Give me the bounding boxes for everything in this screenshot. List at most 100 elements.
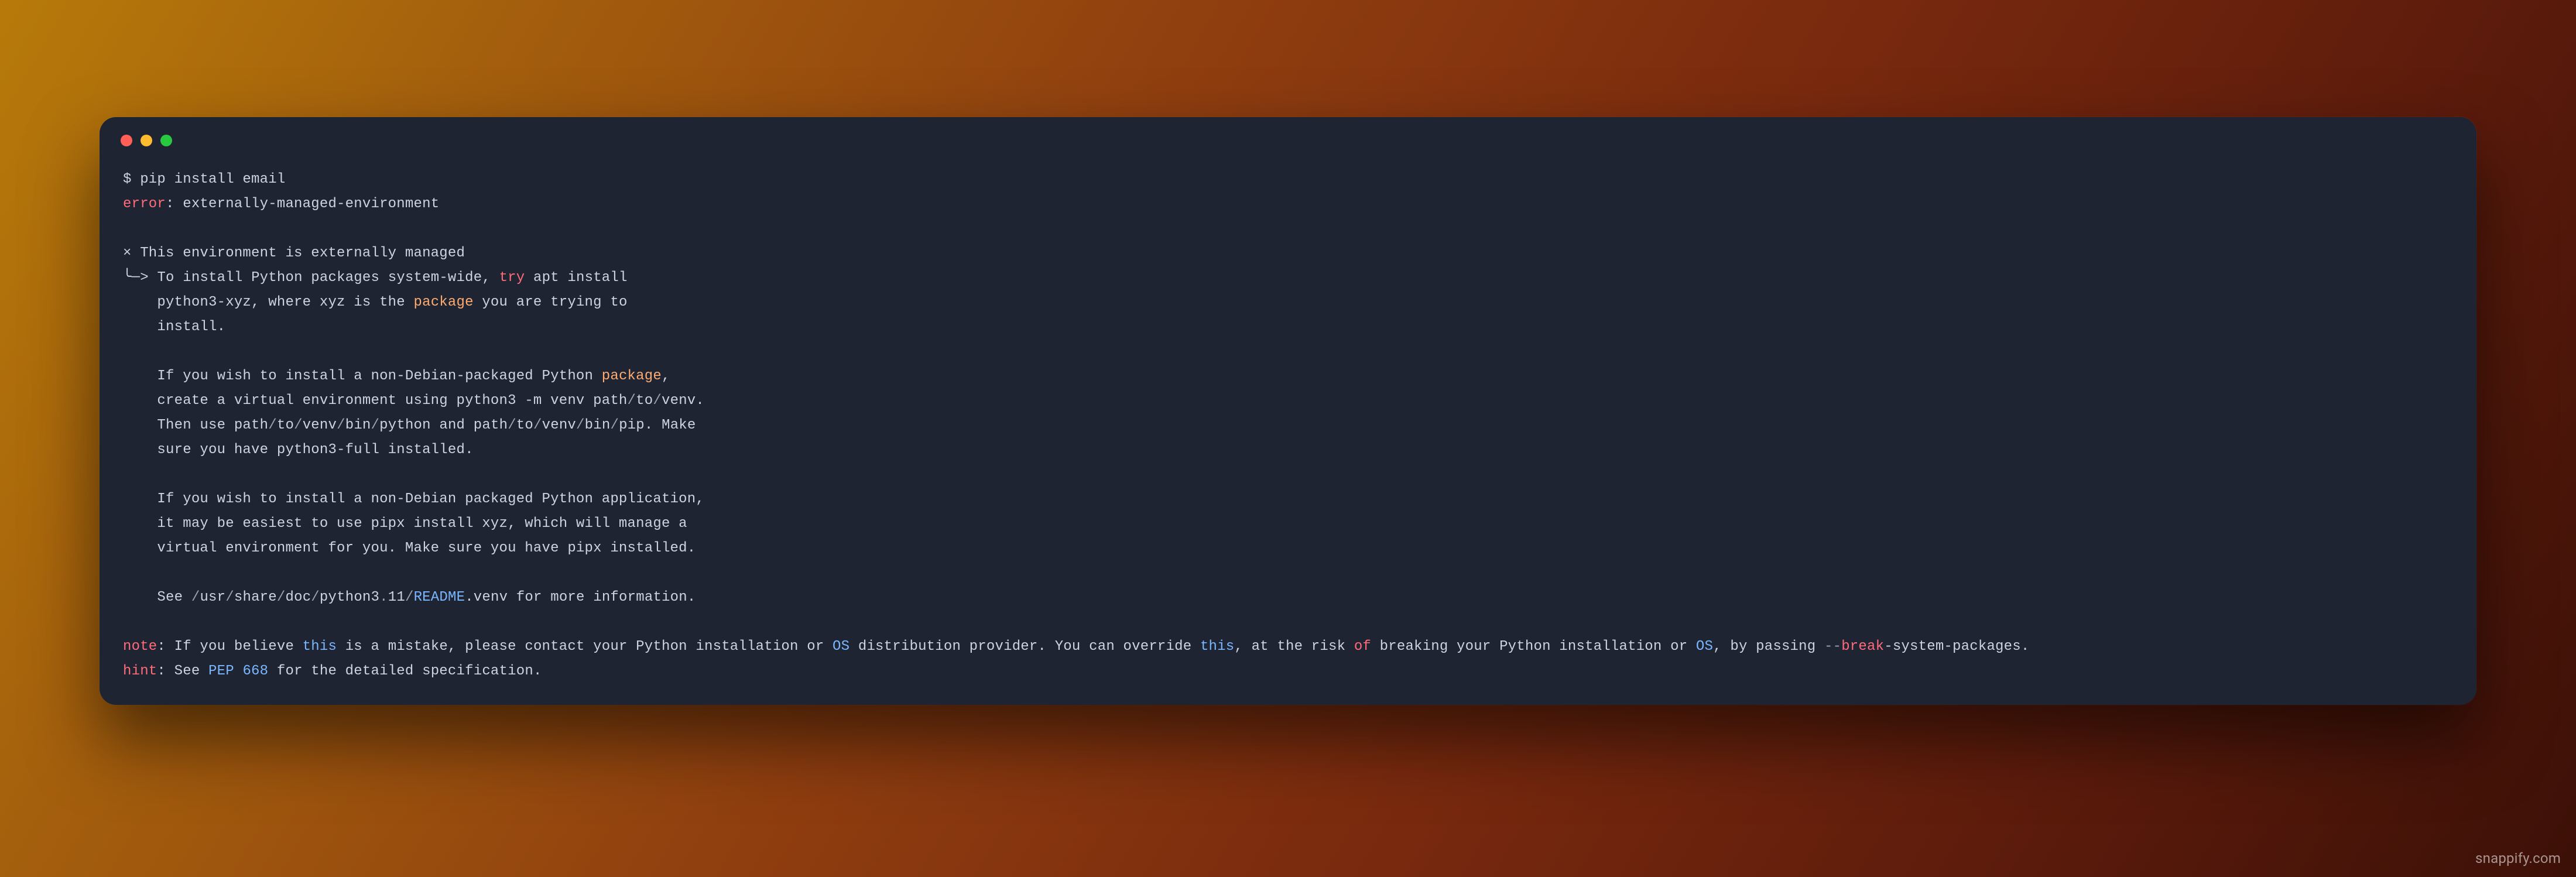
token-default: See bbox=[123, 590, 191, 605]
token-default: install. bbox=[123, 319, 225, 335]
token-gray: -- bbox=[1824, 639, 1841, 655]
terminal-line: If you wish to install a non-Debian pack… bbox=[123, 487, 2453, 512]
token-blue: OS bbox=[1696, 639, 1713, 655]
token-default: bin bbox=[585, 417, 611, 433]
token-gray: / bbox=[371, 417, 380, 433]
token-gray: / bbox=[610, 417, 619, 433]
token-default: doc bbox=[285, 590, 311, 605]
token-red: break bbox=[1841, 639, 1884, 655]
token-default: If you wish to install a non-Debian pack… bbox=[123, 491, 704, 507]
token-gray: / bbox=[628, 393, 636, 409]
token-gray: / bbox=[508, 417, 516, 433]
terminal-line bbox=[123, 217, 2453, 241]
token-default: , at the risk bbox=[1234, 639, 1354, 655]
titlebar bbox=[100, 117, 2476, 151]
terminal-line bbox=[123, 340, 2453, 364]
token-default: venv bbox=[303, 417, 337, 433]
token-default: bin bbox=[345, 417, 371, 433]
token-default: you are trying to bbox=[474, 294, 628, 310]
token-default: usr bbox=[200, 590, 225, 605]
token-default: sure you have python3-full installed. bbox=[123, 442, 474, 458]
token-default: is a mistake, please contact your Python… bbox=[337, 639, 833, 655]
token-default: .venv for more information. bbox=[465, 590, 696, 605]
token-orange: package bbox=[602, 368, 662, 384]
token-default: ╰─> To install Python packages system-wi… bbox=[123, 270, 499, 286]
token-gray: / bbox=[533, 417, 542, 433]
terminal-content: $ pip install email error: externally-man… bbox=[100, 151, 2476, 684]
token-default: python3-xyz, where xyz is the bbox=[123, 294, 413, 310]
token-red: error bbox=[123, 196, 166, 212]
terminal-line bbox=[123, 610, 2453, 635]
token-default: share bbox=[234, 590, 277, 605]
token-gray: / bbox=[294, 417, 303, 433]
terminal-line: python3-xyz, where xyz is the package yo… bbox=[123, 290, 2453, 315]
terminal-line: If you wish to install a non-Debian-pack… bbox=[123, 364, 2453, 389]
token-orange: package bbox=[413, 294, 473, 310]
token-default: $ pip install email bbox=[123, 172, 285, 187]
terminal-line: virtual environment for you. Make sure y… bbox=[123, 536, 2453, 561]
token-default: to bbox=[636, 393, 653, 409]
terminal-line: create a virtual environment using pytho… bbox=[123, 389, 2453, 413]
token-default: pip. Make bbox=[619, 417, 696, 433]
terminal-line: note: If you believe this is a mistake, … bbox=[123, 635, 2453, 659]
token-default: it may be easiest to use pipx install xy… bbox=[123, 516, 687, 532]
token-default: virtual environment for you. Make sure y… bbox=[123, 540, 696, 556]
token-default: to bbox=[516, 417, 533, 433]
token-gray: / bbox=[268, 417, 277, 433]
token-default: distribution provider. You can override bbox=[849, 639, 1200, 655]
token-default: × This environment is externally managed bbox=[123, 245, 465, 261]
token-red: note bbox=[123, 639, 157, 655]
token-gray: / bbox=[576, 417, 585, 433]
token-blue: this bbox=[1200, 639, 1234, 655]
token-default: Then use path bbox=[123, 417, 268, 433]
token-blue: README bbox=[414, 590, 465, 605]
token-blue: OS bbox=[833, 639, 849, 655]
token-default: to bbox=[277, 417, 294, 433]
terminal-line bbox=[123, 561, 2453, 585]
terminal-line: × This environment is externally managed bbox=[123, 241, 2453, 266]
minimize-icon[interactable] bbox=[141, 135, 152, 146]
token-default: python3 bbox=[320, 590, 379, 605]
token-default: If you wish to install a non-Debian-pack… bbox=[123, 368, 602, 384]
terminal-line: ╰─> To install Python packages system-wi… bbox=[123, 266, 2453, 290]
token-default: : If you believe bbox=[157, 639, 302, 655]
token-gray: / bbox=[277, 590, 286, 605]
token-default: apt install bbox=[525, 270, 627, 286]
token-red: of bbox=[1354, 639, 1371, 655]
token-blue: PEP 668 bbox=[208, 663, 268, 679]
token-default: create a virtual environment using pytho… bbox=[123, 393, 628, 409]
terminal-line: error: externally-managed-environment bbox=[123, 192, 2453, 217]
terminal-line: See /usr/share/doc/python3.11/README.ven… bbox=[123, 585, 2453, 610]
token-default: , bbox=[662, 368, 670, 384]
token-default: for the detailed specification. bbox=[268, 663, 542, 679]
terminal-line: hint: See PEP 668 for the detailed speci… bbox=[123, 659, 2453, 684]
token-gray: / bbox=[405, 590, 414, 605]
token-gray: / bbox=[653, 393, 662, 409]
token-gray: / bbox=[225, 590, 234, 605]
terminal-line: install. bbox=[123, 315, 2453, 340]
terminal-line: it may be easiest to use pipx install xy… bbox=[123, 512, 2453, 536]
token-default: -system-packages. bbox=[1884, 639, 2029, 655]
token-gray: / bbox=[337, 417, 345, 433]
terminal-line: Then use path/to/venv/bin/python and pat… bbox=[123, 413, 2453, 438]
token-gray: . bbox=[379, 590, 388, 605]
token-default: : See bbox=[157, 663, 208, 679]
terminal-line bbox=[123, 463, 2453, 487]
close-icon[interactable] bbox=[121, 135, 132, 146]
token-default: , by passing bbox=[1713, 639, 1824, 655]
terminal-window: $ pip install email error: externally-man… bbox=[100, 117, 2476, 705]
token-red: try bbox=[499, 270, 525, 286]
terminal-line: sure you have python3-full installed. bbox=[123, 438, 2453, 463]
token-default: python and path bbox=[379, 417, 508, 433]
token-default: breaking your Python installation or bbox=[1371, 639, 1696, 655]
terminal-line: $ pip install email bbox=[123, 167, 2453, 192]
watermark: snappify.com bbox=[2475, 850, 2561, 866]
token-red: hint bbox=[123, 663, 157, 679]
token-default: : externally-managed-environment bbox=[166, 196, 439, 212]
token-default: venv bbox=[542, 417, 576, 433]
token-blue: this bbox=[303, 639, 337, 655]
token-default: 11 bbox=[388, 590, 405, 605]
zoom-icon[interactable] bbox=[160, 135, 172, 146]
token-gray: / bbox=[311, 590, 320, 605]
token-default: venv. bbox=[662, 393, 704, 409]
